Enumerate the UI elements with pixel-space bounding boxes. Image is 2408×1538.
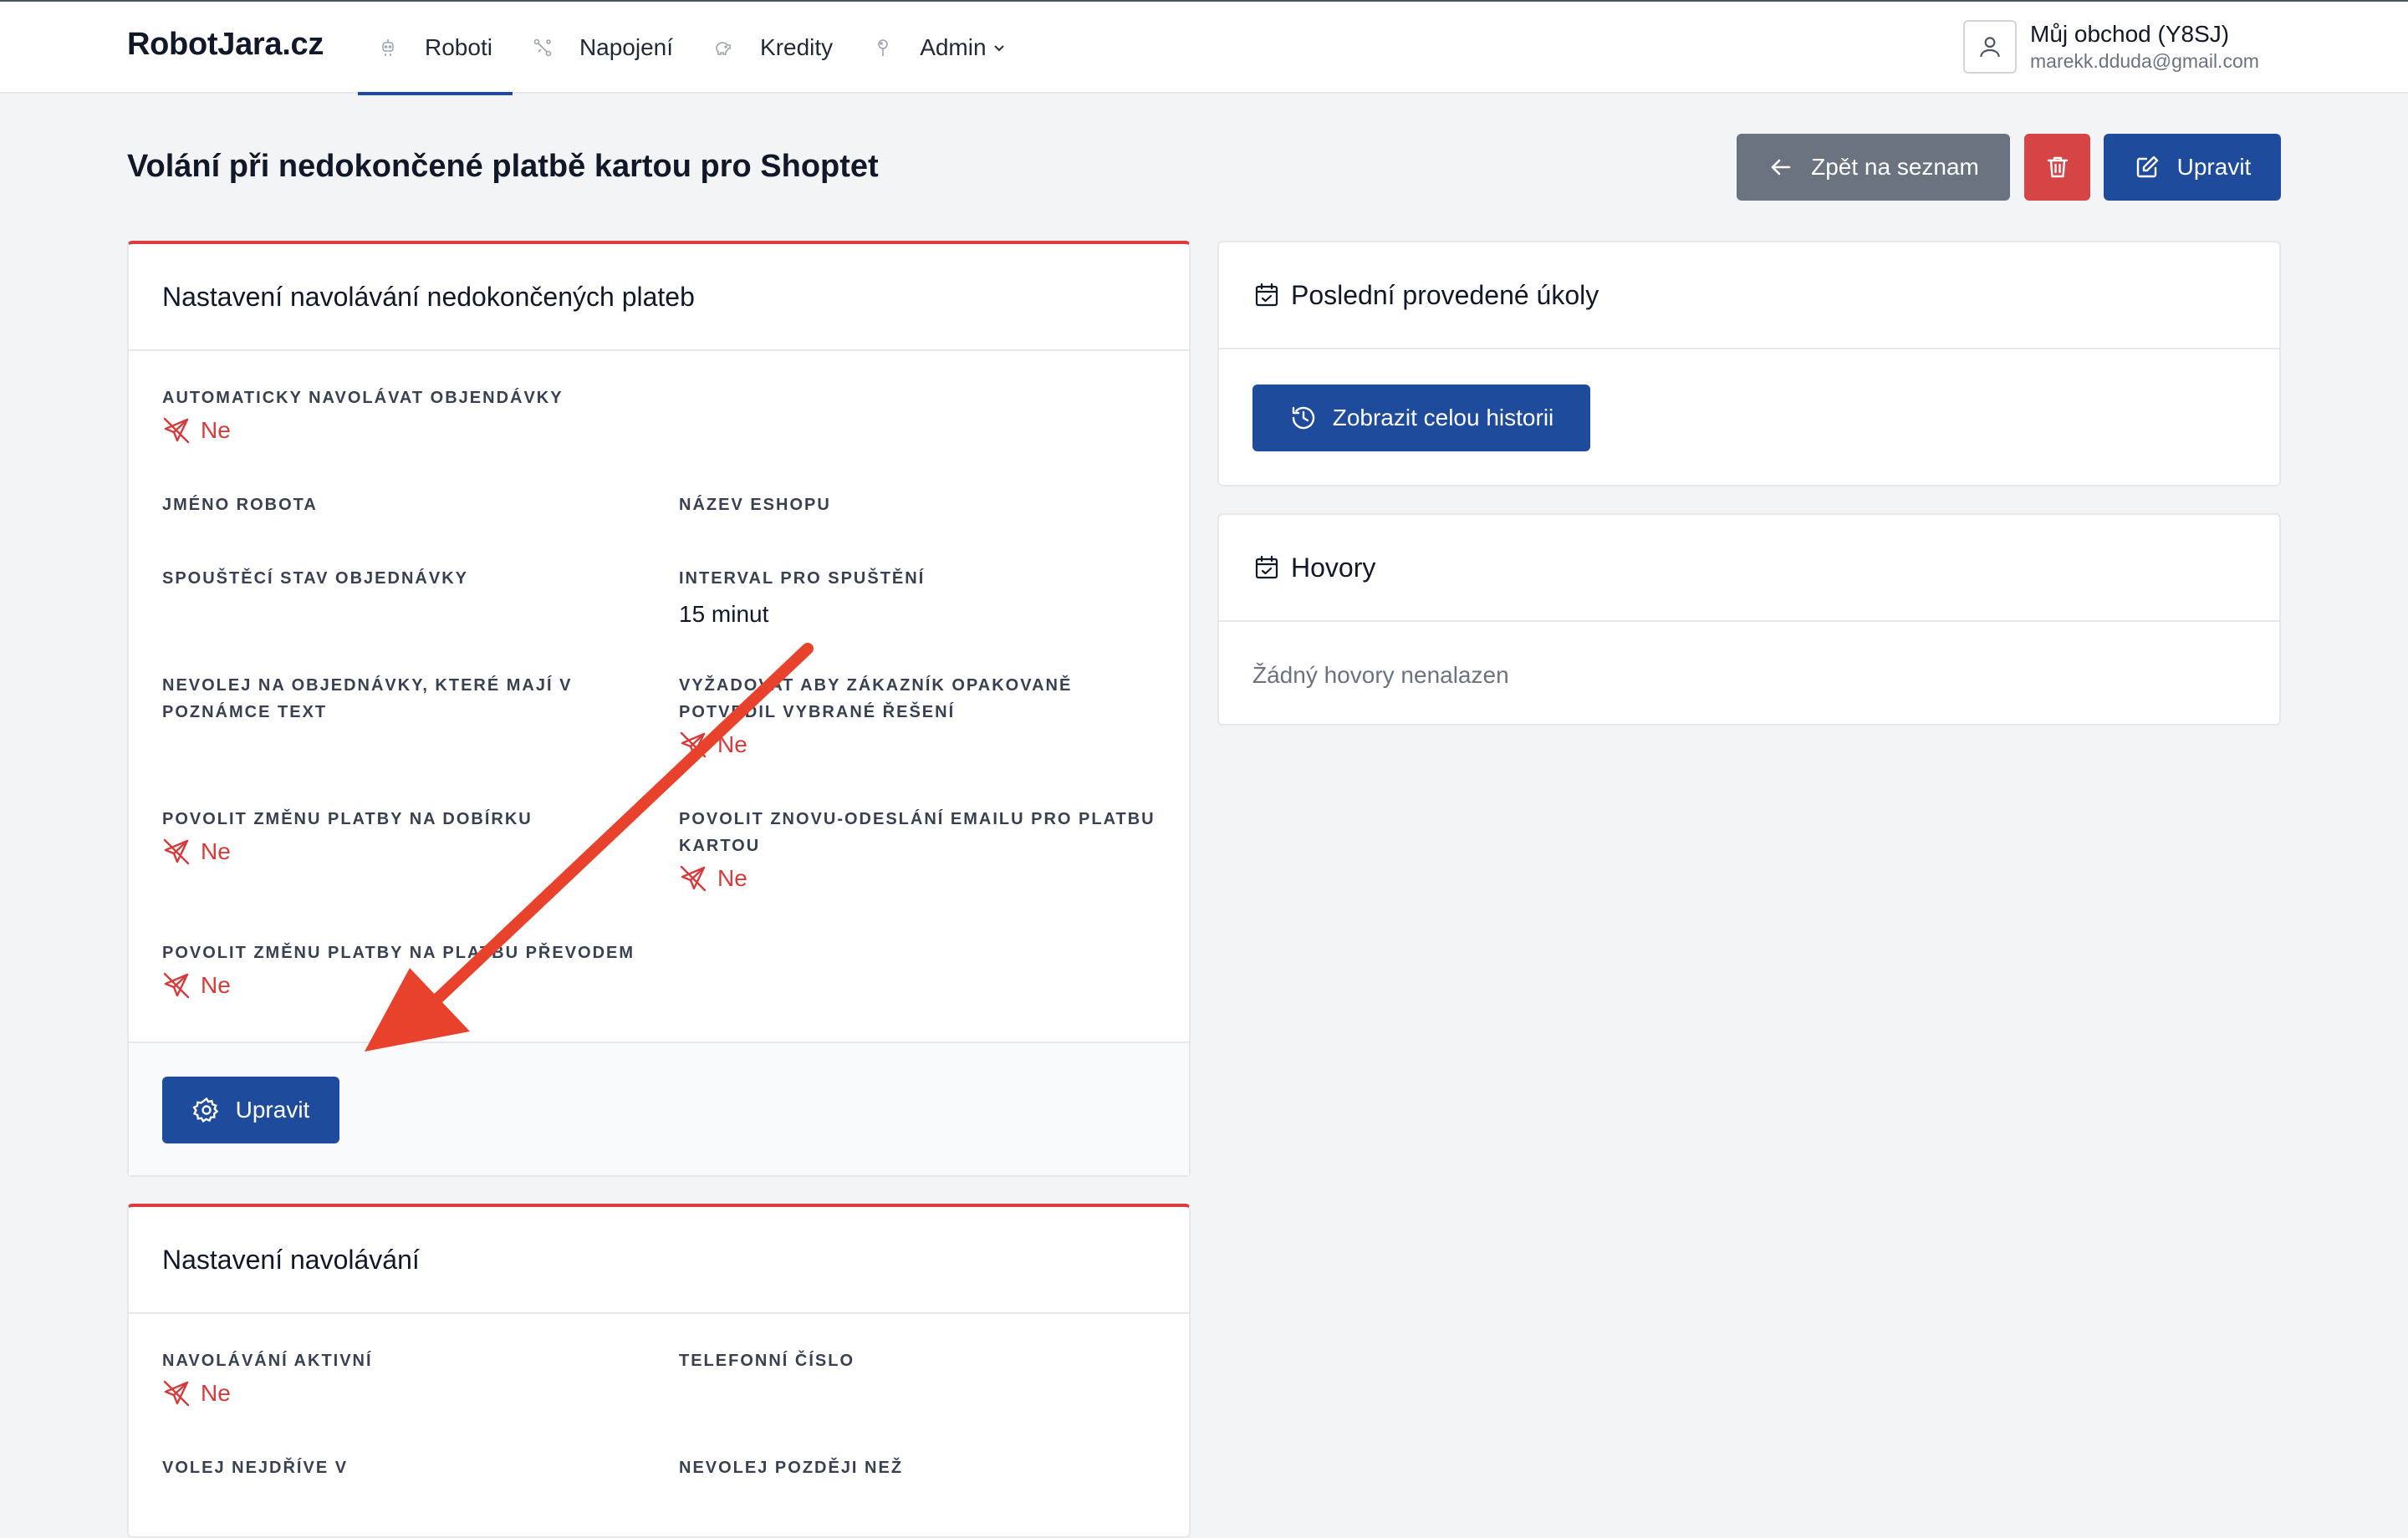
- edit-button[interactable]: Upravit: [2104, 134, 2281, 201]
- card-title-row: Poslední provedené úkoly: [1219, 242, 2279, 349]
- field-value: Ne: [201, 417, 231, 443]
- main-nav: Roboti Napojení Kredity Admin: [358, 2, 1027, 95]
- calendar-check-icon: [1252, 281, 1281, 309]
- field-auto-call: Automaticky navolávat objendávky Ne: [162, 384, 630, 445]
- robot-icon: [378, 38, 398, 58]
- field-label: Automaticky navolávat objendávky: [162, 389, 564, 407]
- send-off-icon: [162, 838, 191, 866]
- show-history-button[interactable]: Zobrazit celou historii: [1252, 384, 1590, 451]
- field-label: Navolávání aktivní: [162, 1352, 373, 1370]
- history-icon: [1289, 404, 1318, 432]
- send-off-icon: [162, 416, 191, 445]
- card-title-row: Hovory: [1219, 515, 2279, 622]
- chevron-down-icon: [992, 40, 1007, 55]
- status-no: Ne: [162, 1379, 630, 1408]
- field-value: Ne: [717, 865, 747, 891]
- field-label: Název eshopu: [679, 496, 831, 514]
- card-title: Poslední provedené úkoly: [1291, 279, 1599, 310]
- field-call-from: Volej nejdříve v: [162, 1454, 630, 1481]
- empty-state-text: Žádný hovory nenalazen: [1252, 662, 1509, 688]
- field-calling-active: Navolávání aktivní Ne: [162, 1347, 630, 1408]
- field-allow-resend: Povolit znovu-odeslání emailu pro platbu…: [679, 806, 1164, 893]
- user-menu[interactable]: Můj obchod (Y8SJ) marekk.dduda@gmail.com: [1963, 20, 2259, 74]
- card-footer: Upravit: [129, 1041, 1189, 1175]
- field-label: Nevolej na objednávky, které mají v pozn…: [162, 676, 573, 721]
- edit-button-label: Upravit: [2176, 154, 2252, 180]
- trash-icon: [2044, 154, 2071, 181]
- field-label: Povolit znovu-odeslání emailu pro platbu…: [679, 810, 1156, 855]
- field-label: Volej nejdříve v: [162, 1459, 349, 1477]
- top-navbar: RobotJara.cz Roboti Napojení Kredity Adm…: [0, 0, 2408, 95]
- nav-label: Napojení: [579, 34, 674, 60]
- settings-edit-button[interactable]: Upravit: [162, 1077, 339, 1143]
- nav-label: Admin: [920, 34, 987, 60]
- nav-label: Kredity: [760, 34, 834, 60]
- settings-edit-button-label: Upravit: [235, 1097, 310, 1123]
- page-title: Volání při nedokončené platbě kartou pro…: [127, 149, 879, 184]
- send-off-icon: [679, 864, 707, 893]
- show-history-label: Zobrazit celou historii: [1332, 405, 1554, 430]
- status-no: Ne: [162, 416, 630, 445]
- field-allow-transfer: Povolit změnu platby na platbu převodem …: [162, 940, 747, 1000]
- brand-logo[interactable]: RobotJara.cz: [127, 27, 324, 63]
- status-no: Ne: [679, 731, 1164, 759]
- back-button-label: Zpět na seznam: [1811, 154, 1979, 180]
- arrow-left-icon: [1768, 154, 1794, 181]
- calls-card: Hovory Žádný hovory nenalazen: [1217, 513, 2281, 726]
- nav-item-roboti[interactable]: Roboti: [358, 2, 513, 95]
- calendar-check-icon: [1252, 553, 1281, 582]
- card-title: Hovory: [1291, 552, 1376, 583]
- field-allow-cod: Povolit změnu platby na dobírku Ne: [162, 806, 630, 866]
- field-label: Jméno robota: [162, 496, 318, 514]
- field-value: Ne: [201, 1380, 231, 1406]
- connection-icon: [533, 38, 553, 58]
- field-skip-note: Nevolej na objednávky, které mají v pozn…: [162, 672, 597, 726]
- send-off-icon: [679, 731, 707, 759]
- status-no: Ne: [162, 971, 747, 1000]
- field-trigger-state: Spouštěcí stav objednávky: [162, 565, 630, 592]
- nav-label: Roboti: [425, 34, 492, 60]
- nav-item-admin[interactable]: Admin: [853, 2, 1026, 94]
- payment-settings-card: Nastavení navolávání nedokončených plate…: [127, 241, 1191, 1177]
- user-avatar-icon: [1963, 20, 2017, 74]
- send-off-icon: [162, 1379, 191, 1408]
- field-phone: Telefonní číslo: [679, 1347, 1156, 1374]
- field-eshop-name: Název eshopu: [679, 491, 1156, 518]
- edit-pencil-icon: [2134, 154, 2161, 181]
- status-no: Ne: [679, 864, 1164, 893]
- field-label: Povolit změnu platby na platbu převodem: [162, 944, 635, 962]
- field-label: Povolit změnu platby na dobírku: [162, 810, 533, 828]
- nav-item-napojeni[interactable]: Napojení: [513, 2, 693, 94]
- recent-tasks-card: Poslední provedené úkoly Zobrazit celou …: [1217, 241, 2281, 486]
- piggy-bank-icon: [713, 38, 733, 58]
- nav-item-kredity[interactable]: Kredity: [693, 2, 853, 94]
- gear-icon: [191, 1096, 221, 1124]
- status-no: Ne: [162, 838, 630, 866]
- field-value: Ne: [201, 972, 231, 998]
- user-name: Můj obchod (Y8SJ): [2030, 21, 2230, 47]
- user-email: marekk.dduda@gmail.com: [2030, 50, 2259, 72]
- field-value: 15 minut: [679, 601, 769, 627]
- field-call-until: Nevolej později než: [679, 1454, 1156, 1481]
- field-interval: Interval pro spuštění 15 minut: [679, 565, 1156, 629]
- field-label: Interval pro spuštění: [679, 569, 926, 588]
- field-label: Telefonní číslo: [679, 1352, 855, 1370]
- card-title: Nastavení navolávání: [129, 1207, 1189, 1314]
- field-value: Ne: [717, 731, 747, 757]
- send-off-icon: [162, 971, 191, 1000]
- field-label: Spouštěcí stav objednávky: [162, 569, 468, 588]
- calling-settings-card: Nastavení navolávání Navolávání aktivní …: [127, 1204, 1191, 1538]
- field-require-confirm: Vyžadovat aby zákazník opakovaně potvrdi…: [679, 672, 1164, 759]
- back-to-list-button[interactable]: Zpět na seznam: [1737, 134, 2010, 201]
- field-label: Nevolej později než: [679, 1459, 904, 1477]
- pin-icon: [873, 38, 893, 58]
- field-label: Vyžadovat aby zákazník opakovaně potvrdi…: [679, 676, 1073, 721]
- card-title: Nastavení navolávání nedokončených plate…: [129, 244, 1189, 351]
- field-value: Ne: [201, 838, 231, 864]
- field-robot-name: Jméno robota: [162, 491, 630, 518]
- delete-button[interactable]: [2024, 134, 2090, 201]
